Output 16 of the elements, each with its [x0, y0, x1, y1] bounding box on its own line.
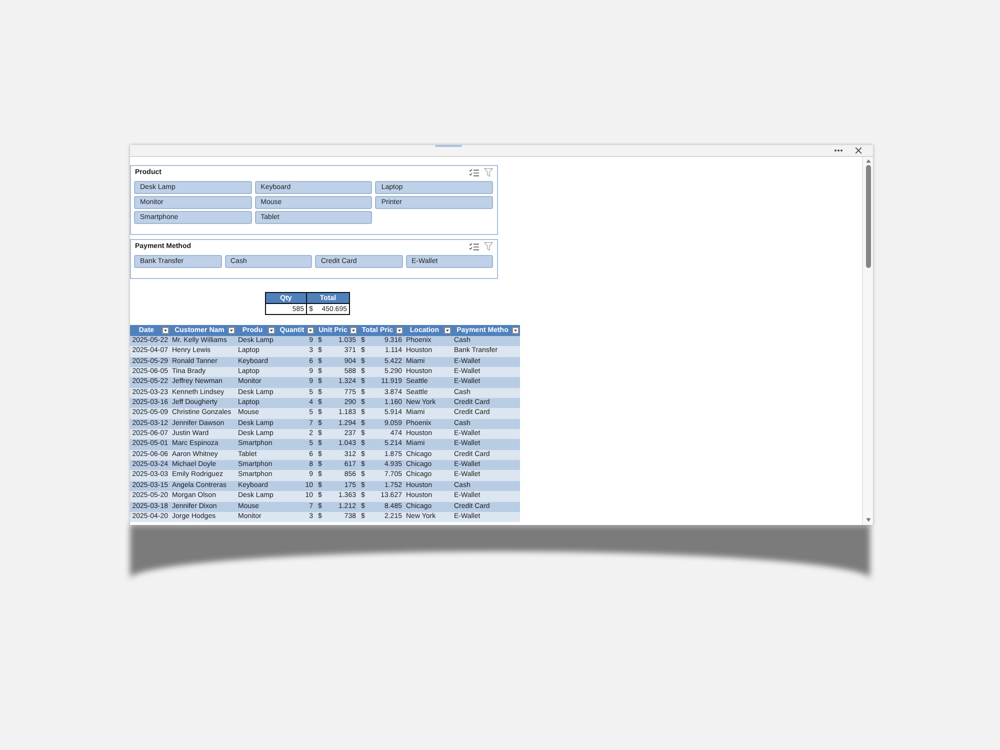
scrollbar-thumb[interactable]	[866, 165, 870, 268]
scroll-down-icon[interactable]	[866, 518, 870, 522]
drag-handle[interactable]	[435, 145, 462, 147]
close-icon[interactable]	[855, 147, 862, 154]
dropdown-arrow-icon[interactable]	[350, 327, 357, 334]
dropdown-arrow-icon[interactable]	[307, 327, 314, 334]
dropdown-arrow-icon[interactable]	[268, 327, 275, 334]
dropdown-arrow-icon[interactable]	[512, 327, 519, 334]
multi-select-icon[interactable]	[469, 242, 479, 250]
dropdown-arrow-icon[interactable]	[162, 327, 169, 334]
dropdown-arrow-icon[interactable]	[444, 327, 451, 334]
dropdown-arrow-icon[interactable]	[228, 327, 235, 334]
dropdown-arrow-icon[interactable]	[396, 327, 403, 334]
multi-select-icon[interactable]	[469, 168, 479, 176]
more-icon[interactable]	[834, 149, 843, 152]
scroll-up-icon[interactable]	[866, 159, 870, 163]
